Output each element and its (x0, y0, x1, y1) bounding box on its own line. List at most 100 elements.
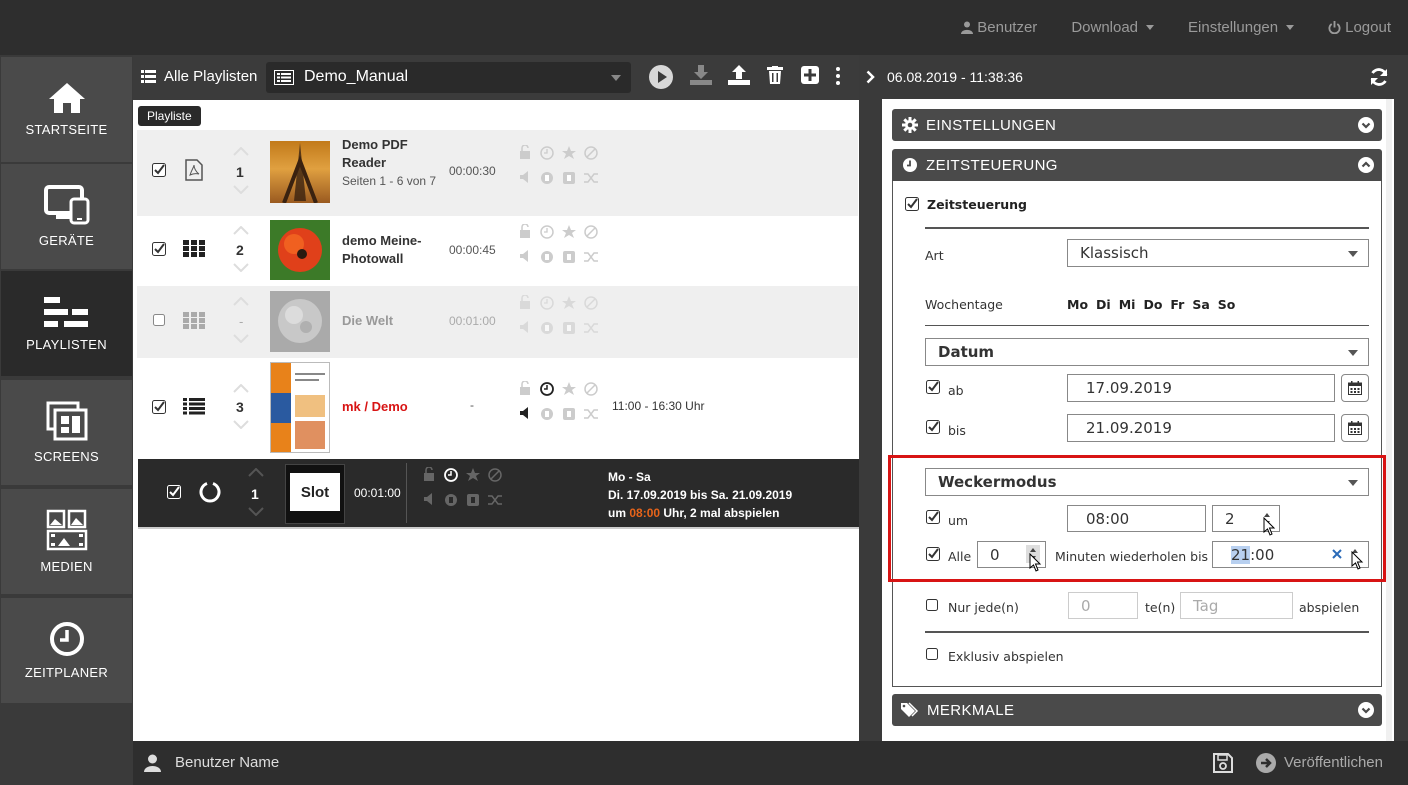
all-playlists-label[interactable]: Alle Playlisten (164, 68, 257, 85)
ab-date-input[interactable]: 17.09.2019 (1067, 374, 1335, 402)
bis-label: bis (948, 423, 966, 438)
weekday-mi[interactable]: Mi (1119, 297, 1136, 312)
list-item[interactable]: 3 mk / Demo - 11:00 - 16:30 Uhr (137, 358, 858, 458)
nav-user[interactable]: Benutzer (961, 19, 1037, 36)
save-icon[interactable] (1213, 753, 1233, 773)
refresh-icon[interactable] (1369, 67, 1389, 87)
checkbox-checked[interactable] (152, 400, 166, 414)
chevron-down-icon[interactable] (233, 185, 249, 194)
weekday-list: Mo Di Mi Do Fr Sa So (1067, 297, 1235, 312)
nav-download-label: Download (1071, 19, 1139, 36)
sidebar: STARTSEITE GERÄTE PLAYLISTEN SCREENS MED… (0, 55, 133, 785)
weekday-so[interactable]: So (1218, 297, 1236, 312)
slot-row[interactable]: 1 Slot 00:01:00 Mo - Sa Di. 17.09.2019 b… (138, 459, 859, 529)
tag-select[interactable]: Tag (1180, 592, 1293, 619)
highlight-box (888, 455, 1386, 582)
checkbox-checked[interactable] (905, 197, 919, 211)
art-label: Art (925, 248, 944, 263)
playlist-items: 1 Demo PDF Reader Seiten 1 - 6 von 7 00:… (133, 100, 859, 741)
checkbox-unchecked[interactable] (153, 314, 165, 326)
accordion-merkmale[interactable]: MERKMALE (892, 694, 1382, 726)
clock-icon (49, 621, 85, 657)
checkbox-checked[interactable] (152, 242, 166, 256)
sidebar-item-zeitplaner[interactable]: ZEITPLANER (1, 598, 132, 703)
footer-user-name: Benutzer Name (175, 754, 280, 771)
checkbox-checked[interactable] (926, 380, 940, 394)
nav-settings-label: Einstellungen (1188, 19, 1279, 36)
sidebar-item-label: ZEITPLANER (24, 665, 109, 680)
accordion-einstellungen-label: EINSTELLUNGEN (926, 116, 1057, 134)
add-icon[interactable] (801, 66, 819, 84)
checkbox-checked[interactable] (167, 485, 181, 499)
slot-schedule-time: um 08:00 Uhr, 2 mal abspielen (608, 504, 792, 522)
checkbox-unchecked[interactable] (926, 648, 938, 660)
circle-notch-icon (199, 481, 221, 503)
chevron-up-icon[interactable] (248, 468, 264, 477)
sidebar-item-label: MEDIEN (40, 559, 93, 574)
art-select[interactable]: Klassisch (1067, 239, 1369, 267)
chevron-down-icon[interactable] (233, 334, 249, 343)
weekday-do[interactable]: Do (1143, 297, 1162, 312)
accordion-zeitsteuerung[interactable]: ZEITSTEUERUNG (892, 149, 1382, 181)
accordion-einstellungen[interactable]: EINSTELLUNGEN (892, 109, 1382, 141)
nur-value: 0 (1081, 596, 1091, 615)
chevron-up-icon[interactable] (233, 147, 249, 156)
trash-icon[interactable] (767, 66, 783, 84)
list-item[interactable]: - Die Welt 00:01:00 (137, 286, 858, 358)
chevron-up-icon[interactable] (233, 297, 249, 306)
nav-settings[interactable]: Einstellungen (1188, 19, 1295, 36)
chevron-up-icon[interactable] (233, 226, 249, 235)
thumbnail-demo (270, 362, 330, 453)
sidebar-item-medien[interactable]: MEDIEN (1, 489, 132, 594)
datum-select[interactable]: Datum (925, 338, 1369, 366)
slot-schedule-days: Mo - Sa (608, 470, 651, 484)
chevron-down-circle-icon (1358, 117, 1374, 133)
sidebar-item-screens[interactable]: SCREENS (1, 380, 132, 485)
thumbnail-globe (270, 291, 330, 352)
screens-icon (46, 401, 88, 441)
publish-button[interactable]: Veröffentlichen (1284, 754, 1383, 771)
scrollbar[interactable] (1386, 99, 1392, 741)
list-item[interactable]: 2 demo Meine-Photowall 00:00:45 (137, 216, 858, 286)
playlist-select[interactable]: Demo_Manual (266, 62, 631, 93)
bis-date-value: 21.09.2019 (1086, 419, 1172, 437)
checkbox-checked[interactable] (926, 420, 940, 434)
download-icon[interactable] (690, 65, 712, 85)
chevron-down-icon[interactable] (233, 263, 249, 272)
weekday-mo[interactable]: Mo (1067, 297, 1088, 312)
play-icon[interactable] (648, 64, 674, 90)
item-flags (422, 467, 502, 511)
checkbox-checked[interactable] (152, 163, 166, 177)
item-duration: 00:01:00 (449, 314, 496, 328)
item-flags (518, 224, 598, 268)
playlist-icon (43, 295, 90, 329)
chevron-right-icon[interactable] (866, 70, 875, 84)
checkbox-unchecked[interactable] (926, 599, 938, 611)
calendar-icon[interactable] (1341, 374, 1369, 402)
weekday-fr[interactable]: Fr (1170, 297, 1184, 312)
sidebar-item-label: PLAYLISTEN (26, 337, 107, 352)
chevron-down-icon[interactable] (248, 507, 264, 516)
sidebar-item-startseite[interactable]: STARTSEITE (1, 57, 132, 162)
nur-input[interactable]: 0 (1068, 592, 1138, 619)
nav-download[interactable]: Download (1071, 19, 1155, 36)
sidebar-item-geraete[interactable]: GERÄTE (1, 164, 132, 269)
sidebar-item-playlisten[interactable]: PLAYLISTEN (1, 271, 132, 376)
arrow-circle-right-icon[interactable] (1256, 753, 1276, 773)
exklusiv-label: Exklusiv abspielen (948, 649, 1064, 664)
bis-date-input[interactable]: 21.09.2019 (1067, 414, 1335, 442)
chevron-up-icon[interactable] (233, 384, 249, 393)
cursor-icon (1263, 517, 1277, 537)
playlist-header: Alle Playlisten Demo_Manual (133, 55, 859, 100)
calendar-icon[interactable] (1341, 414, 1369, 442)
weekday-sa[interactable]: Sa (1192, 297, 1209, 312)
ab-label: ab (948, 383, 964, 398)
slot-thumbnail: Slot (285, 464, 345, 524)
upload-icon[interactable] (728, 65, 750, 85)
weekday-di[interactable]: Di (1096, 297, 1111, 312)
slot-schedule-rest: Uhr, 2 mal abspielen (660, 506, 780, 520)
nav-logout[interactable]: Logout (1328, 19, 1391, 36)
more-vertical-icon[interactable] (836, 67, 840, 85)
list-item[interactable]: 1 Demo PDF Reader Seiten 1 - 6 von 7 00:… (137, 130, 858, 216)
chevron-down-icon[interactable] (233, 420, 249, 429)
